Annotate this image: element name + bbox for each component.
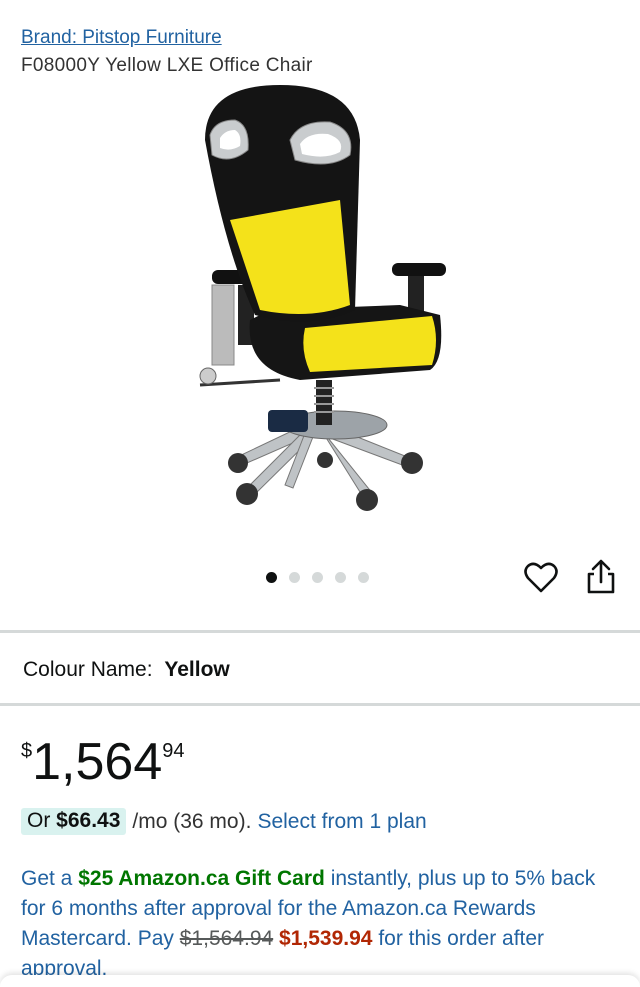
monthly-payment: Or $66.43 /mo (36 mo). Select from 1 pla…: [21, 808, 427, 835]
pagination-dot[interactable]: [335, 572, 346, 583]
product-title: F08000Y Yellow LXE Office Chair: [21, 55, 313, 76]
brand-link[interactable]: Brand: Pitstop Furniture: [21, 27, 222, 49]
pagination-dot[interactable]: [358, 572, 369, 583]
colour-value: Yellow: [164, 658, 230, 681]
pagination-dot[interactable]: [289, 572, 300, 583]
pagination-dot[interactable]: [312, 572, 323, 583]
colour-selector[interactable]: Colour Name: Yellow: [23, 658, 230, 682]
heart-icon[interactable]: [523, 560, 559, 596]
price-whole: 1,564: [32, 733, 163, 791]
price-fraction: 94: [162, 740, 185, 762]
price: $ 1,564 94: [21, 734, 185, 790]
old-price: $1,564.94: [179, 927, 274, 950]
discounted-price: $1,539.94: [279, 927, 373, 950]
monthly-amount: $66.43: [56, 809, 121, 832]
divider: [0, 703, 640, 706]
credit-card-promo[interactable]: Get a $25 Amazon.ca Gift Card instantly,…: [21, 864, 611, 984]
promo-text: Get a: [21, 867, 73, 890]
price-symbol: $: [21, 740, 33, 762]
monthly-badge: Or $66.43: [21, 808, 127, 835]
product-image[interactable]: [150, 80, 480, 520]
select-plan-link[interactable]: Select from 1 plan: [257, 810, 426, 834]
gift-card-offer: $25 Amazon.ca Gift Card: [78, 867, 325, 890]
colour-label: Colour Name:: [23, 658, 153, 681]
bottom-sheet-handle[interactable]: [0, 975, 640, 987]
monthly-prefix: Or: [27, 809, 51, 832]
share-icon[interactable]: [584, 558, 618, 596]
promo-text: Pay: [137, 927, 174, 950]
pagination-dot[interactable]: [266, 572, 277, 583]
divider: [0, 630, 640, 633]
monthly-term: /mo (36 mo).: [132, 809, 252, 833]
image-pagination[interactable]: [266, 572, 369, 583]
